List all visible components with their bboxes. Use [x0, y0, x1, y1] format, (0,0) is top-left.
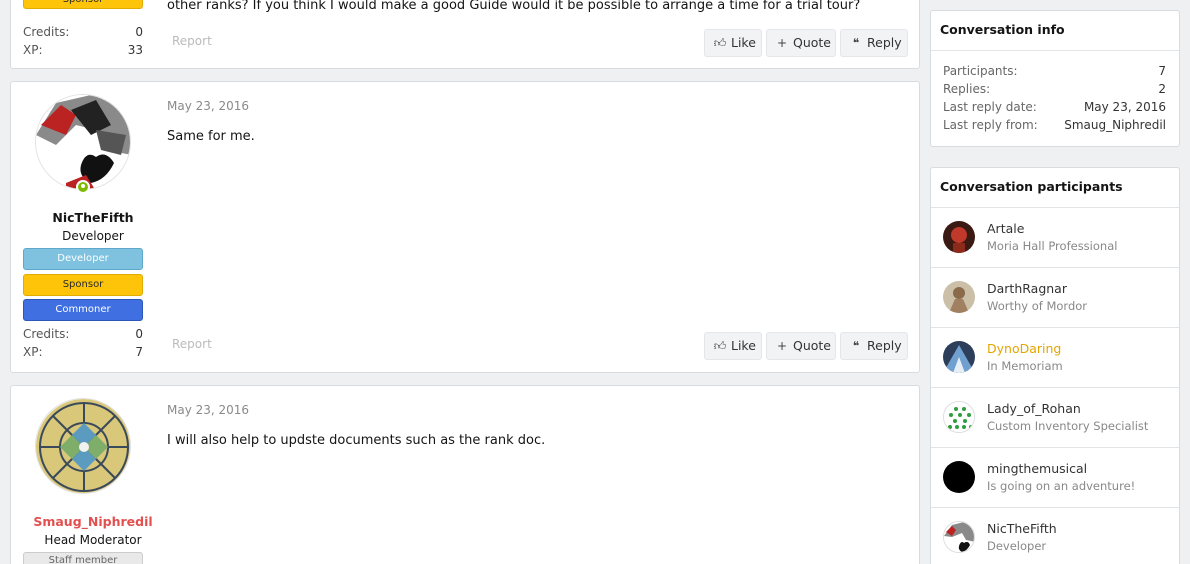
- xp-value: 7: [135, 345, 143, 359]
- post-message: other ranks? If you think I would make a…: [167, 0, 861, 13]
- quote-marks-icon: ❝: [852, 36, 860, 50]
- participant-item[interactable]: DarthRagnar Worthy of Mordor: [931, 268, 1179, 328]
- plus-icon: +: [776, 36, 788, 50]
- avatar[interactable]: [943, 521, 975, 553]
- participant-title: Developer: [987, 539, 1047, 553]
- participant-avatar-image: [944, 522, 974, 552]
- xp-stat: XP: 7: [23, 345, 143, 359]
- username[interactable]: NicTheFifth: [11, 210, 175, 225]
- conversation-info-panel: Conversation info Participants: 7 Replie…: [930, 10, 1180, 147]
- quote-label: Quote: [793, 338, 832, 353]
- post-message: Same for me.: [167, 129, 255, 144]
- participant-name[interactable]: mingthemusical: [987, 461, 1087, 476]
- participant-item[interactable]: NicTheFifth Developer: [931, 508, 1179, 564]
- xp-value: 33: [127, 43, 143, 57]
- credits-stat: Credits: 0: [23, 327, 143, 341]
- panel-title: Conversation participants: [931, 168, 1179, 208]
- info-row: Participants: 7: [931, 64, 1179, 82]
- credits-label: Credits:: [23, 25, 70, 39]
- thumbs-up-icon: 👍︎: [713, 36, 727, 50]
- user-title: Developer: [62, 229, 124, 243]
- xp-stat: XP: 33: [23, 43, 143, 57]
- participant-item[interactable]: Artale Moria Hall Professional: [931, 208, 1179, 268]
- participant-name[interactable]: Lady_of_Rohan: [987, 401, 1081, 416]
- report-link[interactable]: Report: [172, 34, 212, 48]
- conversation-participants-panel: Conversation participants Artale Moria H…: [930, 167, 1180, 564]
- participant-item[interactable]: DynoDaring In Memoriam: [931, 328, 1179, 388]
- like-label: Like: [731, 338, 756, 353]
- reply-button[interactable]: ❝ Reply: [840, 332, 908, 360]
- credits-label: Credits:: [23, 327, 70, 341]
- participant-title: Moria Hall Professional: [987, 239, 1118, 253]
- participant-avatar-image: [943, 341, 975, 373]
- participant-item[interactable]: Lady_of_Rohan Custom Inventory Specialis…: [931, 388, 1179, 448]
- avatar[interactable]: [943, 341, 975, 373]
- info-value: 2: [1158, 82, 1166, 96]
- post-message: I will also help to updste documents suc…: [167, 433, 546, 448]
- info-label: Last reply from:: [943, 118, 1038, 132]
- post-0: Sponsor Credits: 0 XP: 33 other ranks? I…: [10, 0, 920, 69]
- panel-title: Conversation info: [931, 11, 1179, 51]
- participant-avatar-image: [943, 221, 975, 253]
- participant-item[interactable]: mingthemusical Is going on an adventure!: [931, 448, 1179, 508]
- avatar[interactable]: [943, 461, 975, 493]
- participant-name[interactable]: DynoDaring: [987, 341, 1061, 356]
- quote-marks-icon: ❝: [852, 339, 860, 353]
- participant-avatar-image: [943, 281, 975, 313]
- online-status-icon: [76, 180, 90, 194]
- info-label: Participants:: [943, 64, 1018, 78]
- info-value: 7: [1158, 64, 1166, 78]
- participant-avatar-image: [944, 402, 974, 432]
- user-banner-staff: Staff member: [23, 552, 143, 564]
- quote-button[interactable]: + Quote: [766, 29, 836, 57]
- username[interactable]: Smaug_Niphredil: [11, 514, 175, 529]
- user-banner-sponsor: Sponsor: [23, 274, 143, 296]
- participant-name[interactable]: Artale: [987, 221, 1024, 236]
- user-banner-commoner: Commoner: [23, 299, 143, 321]
- avatar[interactable]: [943, 281, 975, 313]
- credits-stat: Credits: 0: [23, 25, 143, 39]
- xp-label: XP:: [23, 43, 43, 57]
- reply-label: Reply: [867, 338, 902, 353]
- mosaic-avatar-image: [36, 399, 130, 493]
- info-row: Last reply date: May 23, 2016: [931, 100, 1179, 118]
- reply-label: Reply: [867, 35, 902, 50]
- avatar[interactable]: [35, 398, 131, 494]
- report-link[interactable]: Report: [172, 337, 212, 351]
- post-2: Smaug_Niphredil Head Moderator Staff mem…: [10, 385, 920, 564]
- participant-title: Custom Inventory Specialist: [987, 419, 1149, 433]
- info-label: Replies:: [943, 82, 991, 96]
- xp-label: XP:: [23, 345, 43, 359]
- info-label: Last reply date:: [943, 100, 1037, 114]
- wolf-avatar-image: [36, 95, 130, 189]
- like-label: Like: [731, 35, 756, 50]
- info-row: Replies: 2: [931, 82, 1179, 100]
- credits-value: 0: [135, 25, 143, 39]
- info-value: May 23, 2016: [1083, 100, 1166, 114]
- participant-name[interactable]: NicTheFifth: [987, 521, 1057, 536]
- user-banner-sponsor: Sponsor: [23, 0, 143, 9]
- credits-value: 0: [135, 327, 143, 341]
- post-1: NicTheFifth Developer Developer Sponsor …: [10, 81, 920, 373]
- participant-title: Worthy of Mordor: [987, 299, 1088, 313]
- user-banner-developer: Developer: [23, 248, 143, 270]
- thumbs-up-icon: 👍︎: [713, 339, 727, 353]
- like-button[interactable]: 👍︎ Like: [704, 29, 762, 57]
- info-row: Last reply from: Smaug_Niphredil: [931, 118, 1179, 136]
- avatar[interactable]: [943, 401, 975, 433]
- post-date[interactable]: May 23, 2016: [167, 99, 249, 113]
- quote-label: Quote: [793, 35, 832, 50]
- participant-title: Is going on an adventure!: [987, 479, 1136, 493]
- avatar[interactable]: [943, 221, 975, 253]
- plus-icon: +: [776, 339, 788, 353]
- user-title: Head Moderator: [44, 533, 142, 547]
- participant-title: In Memoriam: [987, 359, 1063, 373]
- quote-button[interactable]: + Quote: [766, 332, 836, 360]
- info-value[interactable]: Smaug_Niphredil: [1064, 118, 1166, 132]
- participant-name[interactable]: DarthRagnar: [987, 281, 1067, 296]
- like-button[interactable]: 👍︎ Like: [704, 332, 762, 360]
- post-date[interactable]: May 23, 2016: [167, 403, 249, 417]
- reply-button[interactable]: ❝ Reply: [840, 29, 908, 57]
- avatar[interactable]: [35, 94, 131, 190]
